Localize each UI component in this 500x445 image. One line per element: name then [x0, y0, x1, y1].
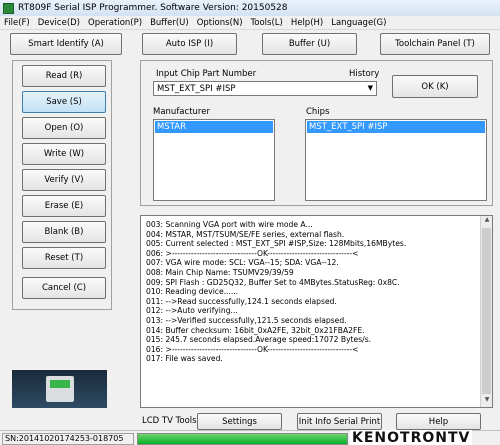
menu-device[interactable]: Device(D): [34, 18, 84, 28]
chip-part-number-combobox[interactable]: MST_EXT_SPI #ISP ▼: [153, 81, 377, 96]
app-window: RT809F Serial ISP Programmer. Software V…: [0, 0, 500, 445]
menu-options[interactable]: Options(N): [193, 18, 247, 28]
settings-button[interactable]: Settings: [197, 413, 282, 430]
log-line: 015: 245.7 seconds elapsed.Average speed…: [146, 335, 372, 345]
log-line: 013: -->Verified successfully,121.5 seco…: [146, 315, 347, 325]
manufacturer-list[interactable]: MSTAR: [153, 119, 275, 201]
menu-tools[interactable]: Tools(L): [247, 18, 287, 28]
progress-bar: [137, 433, 348, 445]
log-output[interactable]: 003: Scanning VGA port with wire mode A.…: [140, 215, 493, 408]
read-button[interactable]: Read (R): [22, 65, 106, 87]
chip-item-selected[interactable]: MST_EXT_SPI #ISP: [307, 121, 485, 133]
open-button[interactable]: Open (O): [22, 117, 106, 139]
buffer-button[interactable]: Buffer (U): [262, 33, 357, 55]
progress-fill: [138, 434, 347, 444]
kenotrontv-watermark: KENOTRONTV: [350, 430, 473, 445]
menu-help[interactable]: Help(H): [287, 18, 327, 28]
menu-operation[interactable]: Operation(P): [84, 18, 146, 28]
serial-number: SN:20141020174253-018705: [2, 433, 134, 445]
log-line: 003: Scanning VGA port with wire mode A.…: [146, 220, 313, 229]
log-line: 004: MSTAR, MST/TSUM/SE/FE series, exter…: [146, 229, 345, 239]
blank-button[interactable]: Blank (B): [22, 221, 106, 243]
manufacturer-item-selected[interactable]: MSTAR: [155, 121, 273, 133]
ok-button[interactable]: OK (K): [392, 75, 478, 98]
title-bar: RT809F Serial ISP Programmer. Software V…: [0, 0, 500, 16]
smart-identify-button[interactable]: Smart Identify (A): [10, 33, 122, 55]
chip-part-number-value: MST_EXT_SPI #ISP: [157, 83, 236, 94]
log-line: 017: File was saved.: [146, 354, 223, 364]
save-button[interactable]: Save (S): [22, 91, 106, 113]
menu-language[interactable]: Language(G): [327, 18, 390, 28]
input-chip-label: Input Chip Part Number: [156, 69, 257, 79]
log-line: 016: >-------------------------------OK-…: [146, 344, 359, 354]
log-line: 005: Current selected : MST_EXT_SPI #ISP…: [146, 239, 407, 249]
auto-isp-button[interactable]: Auto ISP (I): [142, 33, 237, 55]
toolchain-panel-button[interactable]: Toolchain Panel (T): [380, 33, 490, 55]
menu-file[interactable]: File(F): [0, 18, 34, 28]
verify-button[interactable]: Verify (V): [22, 169, 106, 191]
write-button[interactable]: Write (W): [22, 143, 106, 165]
log-line: 010: Reading device......: [146, 287, 239, 297]
programmer-device-image: [46, 376, 74, 402]
erase-button[interactable]: Erase (E): [22, 195, 106, 217]
menu-buffer[interactable]: Buffer(U): [146, 18, 193, 28]
chips-list[interactable]: MST_EXT_SPI #ISP: [305, 119, 487, 201]
log-line: 012: -->Auto verifying...: [146, 306, 238, 316]
log-line: 006: >-------------------------------OK-…: [146, 248, 359, 258]
app-icon: [3, 2, 14, 14]
log-line: 014: Buffer checksum: 16bit_0xA2FE, 32bi…: [146, 325, 365, 335]
lcd-tv-tools-label: LCD TV Tools:: [142, 416, 200, 426]
lcd-tv-tools-bar: LCD TV Tools: Settings Init Info Serial …: [140, 412, 493, 430]
log-line: 007: VGA wire mode: SCL: VGA--15; SDA: V…: [146, 258, 339, 268]
dropdown-arrow-icon[interactable]: ▼: [368, 84, 373, 92]
scroll-up-icon[interactable]: ▲: [481, 216, 492, 227]
manufacturer-label: Manufacturer: [153, 107, 210, 117]
log-line: 008: Main Chip Name: TSUMV29/39/59: [146, 267, 294, 277]
help-button[interactable]: Help: [396, 413, 481, 430]
init-info-serial-print-button[interactable]: Init Info Serial Print: [297, 413, 382, 430]
scroll-down-icon[interactable]: ▼: [481, 396, 492, 407]
chips-label: Chips: [306, 107, 330, 117]
history-label: History: [349, 69, 380, 79]
log-line: 009: SPI Flash : GD25Q32, Buffer Set to …: [146, 277, 400, 287]
reset-button[interactable]: Reset (T): [22, 247, 106, 269]
menu-bar: File(F) Device(D) Operation(P) Buffer(U)…: [0, 16, 500, 30]
scrollbar-thumb[interactable]: [482, 228, 491, 394]
log-line: 011: -->Read successfully,124.1 seconds …: [146, 296, 337, 306]
log-scrollbar[interactable]: ▲ ▼: [480, 216, 492, 407]
window-title: RT809F Serial ISP Programmer. Software V…: [18, 3, 288, 13]
device-photo: [12, 370, 107, 408]
cancel-button[interactable]: Cancel (C): [22, 277, 106, 299]
